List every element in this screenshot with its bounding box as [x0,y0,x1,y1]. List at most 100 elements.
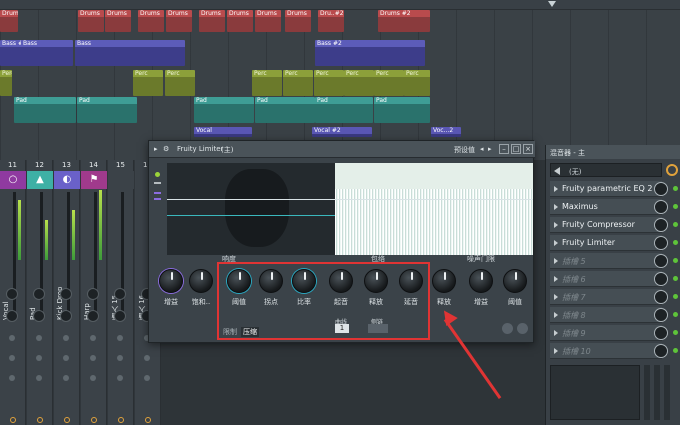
fx-slot[interactable]: 插槽 10 [550,343,662,359]
send-dot[interactable] [9,335,15,341]
playlist-clip-drums[interactable]: Drums [227,10,253,32]
plugin-titlebar[interactable]: ▸ ⚙ Fruity Limiter (主) 预设值 ◂ ▸ – □ × [149,141,535,158]
send-dot[interactable] [144,355,150,361]
playlist-clip-perc[interactable]: Perc [165,70,195,96]
minimize-button[interactable]: – [499,144,509,154]
fx-slot[interactable]: Fruity parametric EQ 2 [550,181,662,197]
fx-mix-knob[interactable] [654,344,668,358]
playlist-clip-perc[interactable]: Perc [404,70,430,96]
remove-button[interactable] [517,323,528,334]
pan-knob[interactable] [114,310,126,322]
side-tool-icon[interactable] [154,198,161,200]
playlist-clip-drums[interactable]: Drums [255,10,281,32]
mixer-strip[interactable]: 11 ○ Vocal [0,160,26,425]
mute-led-icon[interactable] [145,417,151,423]
playlist-clip-drums[interactable]: Drums [138,10,164,32]
playlist-clip-drums[interactable]: Drums [199,10,225,32]
send-dot[interactable] [36,375,42,381]
next-preset-icon[interactable]: ▸ [488,145,492,153]
knob-0-0[interactable] [159,269,183,293]
knob-2-0[interactable] [432,269,456,293]
fx-slot[interactable]: Fruity Limiter [550,235,662,251]
playlist-clip-pad[interactable]: Pad [194,97,254,123]
playlist-clip-perc[interactable]: Perc [314,70,344,96]
knob-0-1[interactable] [189,269,213,293]
playlist-clip-pad[interactable]: Pad [374,97,430,123]
playlist-clip-bass[interactable]: Bass [21,40,73,66]
mixer-strip[interactable]: 12 ▲ Pad [27,160,53,425]
fx-mix-knob[interactable] [654,254,668,268]
playlist-clip-drums[interactable]: Drums #2 [378,10,430,32]
fx-fader[interactable] [664,365,670,420]
playlist-clip-bass[interactable]: Bass [75,40,185,66]
side-tool-icon[interactable] [155,172,160,177]
playlist-clip-drums[interactable]: Drums [285,10,311,32]
pan-knob[interactable] [33,288,45,300]
send-dot[interactable] [63,335,69,341]
pan-knob[interactable] [87,310,99,322]
send-dot[interactable] [36,355,42,361]
send-dot[interactable] [90,355,96,361]
maximize-button[interactable]: □ [511,144,521,154]
send-dot[interactable] [63,375,69,381]
fx-slot[interactable]: 插槽 8 [550,307,662,323]
prev-preset-icon[interactable]: ◂ [480,145,484,153]
knob-2-2[interactable] [503,269,527,293]
fx-enable-led-icon[interactable] [673,258,678,263]
preset-label[interactable]: 预设值 [454,145,475,155]
routing-select[interactable]: (无) [550,163,662,177]
timeline-ruler[interactable] [0,0,680,10]
fx-slot[interactable]: 插槽 9 [550,325,662,341]
mute-led-icon[interactable] [37,417,43,423]
send-dot[interactable] [36,335,42,341]
mixer-strip[interactable]: 14 ⚑ Harp [81,160,107,425]
fx-enable-led-icon[interactable] [673,312,678,317]
playlist-clip-perc[interactable]: Perc [283,70,313,96]
pan-knob[interactable] [6,310,18,322]
fx-enable-led-icon[interactable] [673,186,678,191]
gear-icon[interactable]: ⚙ [163,145,169,153]
menu-arrow-icon[interactable]: ▸ [154,145,158,153]
playlist-clip-pad[interactable]: Pad [255,97,315,123]
mixer-strip[interactable]: 15 插入 15 [108,160,134,425]
playlist-clip-drums[interactable]: Dru..#2 [318,10,344,32]
fx-mix-knob[interactable] [654,200,668,214]
playlist-clip-vocal[interactable]: Voc...2 [431,127,461,137]
mixer-strip[interactable]: 13 ◐ Kick Drop [54,160,80,425]
playlist-clip-drums[interactable]: Drums [0,10,18,32]
fx-enable-led-icon[interactable] [673,222,678,227]
fx-enable-led-icon[interactable] [673,348,678,353]
fx-mix-knob[interactable] [654,218,668,232]
playlist-clip-vocal[interactable]: Vocal #2 [312,127,372,137]
playlist-clip-pad[interactable]: Pad [77,97,137,123]
playlist-clip-drums[interactable]: Drums [78,10,104,32]
fx-enable-led-icon[interactable] [673,276,678,281]
fx-fader[interactable] [644,365,650,420]
playlist-clip-perc[interactable]: Perc [252,70,282,96]
playlist-clip-drums[interactable]: Drums [166,10,192,32]
knob-2-1[interactable] [469,269,493,293]
fx-slot[interactable]: 插槽 5 [550,253,662,269]
fx-mix-knob[interactable] [654,326,668,340]
send-dot[interactable] [144,375,150,381]
playlist-clip-perc[interactable]: Perc [374,70,404,96]
fx-slot[interactable]: 插槽 6 [550,271,662,287]
fx-enable-led-icon[interactable] [673,294,678,299]
mute-led-icon[interactable] [118,417,124,423]
send-dot[interactable] [90,375,96,381]
fx-mix-knob[interactable] [654,308,668,322]
send-dot[interactable] [9,375,15,381]
fx-mix-knob[interactable] [654,290,668,304]
fx-slot[interactable]: Fruity Compressor [550,217,662,233]
fx-enable-led-icon[interactable] [673,330,678,335]
mute-led-icon[interactable] [64,417,70,423]
pan-knob[interactable] [87,288,99,300]
send-dot[interactable] [117,375,123,381]
fx-mix-knob[interactable] [654,236,668,250]
send-dot[interactable] [117,355,123,361]
playlist-clip-perc[interactable]: Perc [133,70,163,96]
side-tool-icon[interactable] [154,192,161,194]
send-dot[interactable] [63,355,69,361]
pan-knob[interactable] [33,310,45,322]
fx-mix-knob[interactable] [654,182,668,196]
